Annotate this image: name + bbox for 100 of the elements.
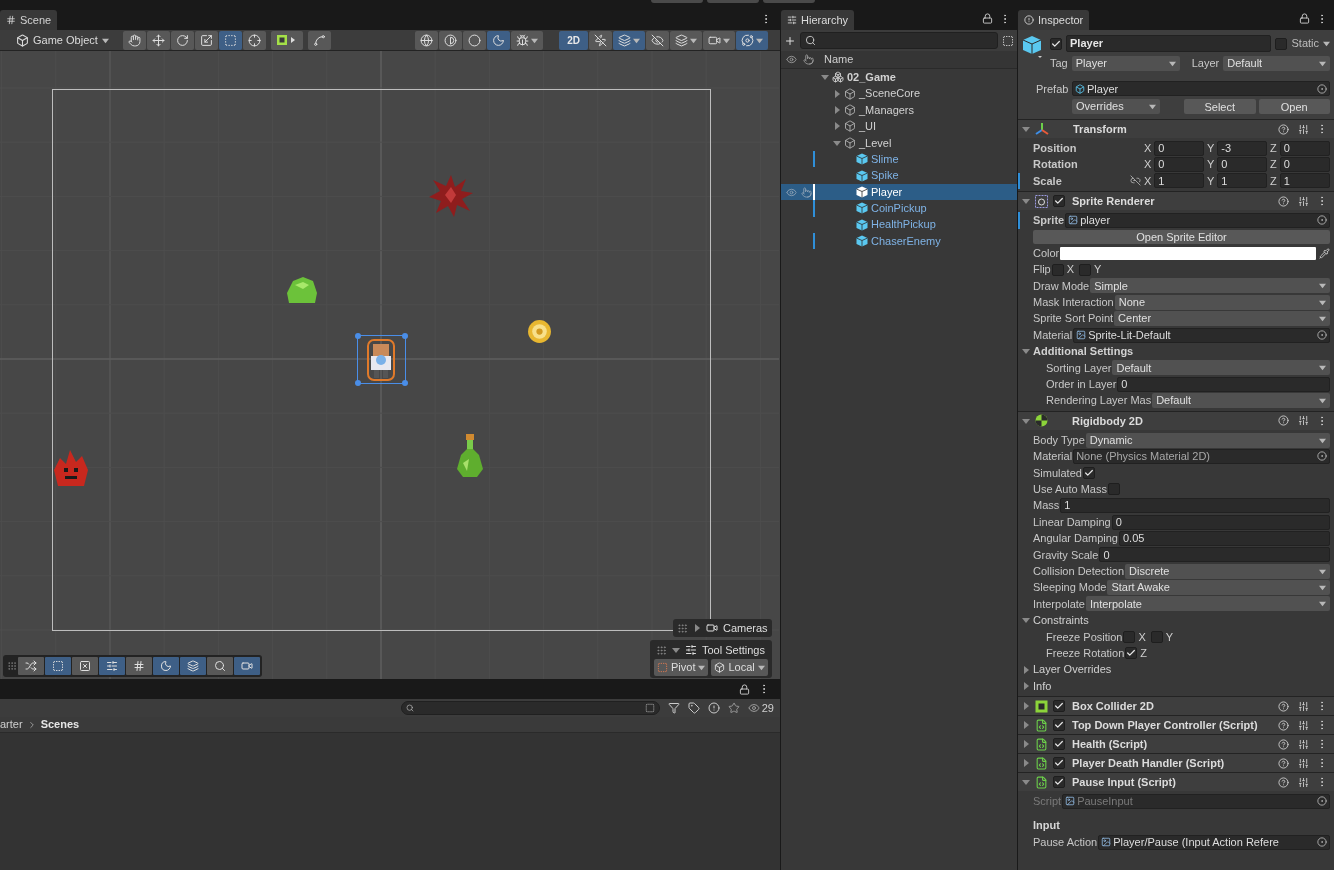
sliders-button[interactable] [99, 657, 125, 675]
hierarchy-tab[interactable]: Hierarchy [781, 10, 855, 30]
expanded-arrow-icon[interactable] [1022, 616, 1030, 625]
component-header[interactable]: Rigidbody 2D [1018, 411, 1334, 430]
move-button[interactable] [146, 30, 170, 50]
crosshair-button[interactable] [242, 30, 266, 50]
help-icon[interactable] [1278, 757, 1289, 769]
dropdown[interactable]: Overrides [1072, 99, 1160, 114]
filter-icon[interactable] [667, 702, 680, 714]
shuffle-button[interactable] [18, 657, 44, 675]
help-icon[interactable] [1278, 776, 1289, 788]
search-button[interactable] [207, 657, 233, 675]
hierarchy-item[interactable]: 02_Game [781, 69, 1017, 86]
bug-button[interactable] [511, 30, 544, 50]
2d-mode-button[interactable]: 2D [559, 30, 588, 50]
help-icon[interactable] [1278, 195, 1289, 207]
spline-button[interactable] [307, 30, 331, 50]
expanded-arrow-icon[interactable] [1022, 416, 1030, 425]
input-field[interactable]: -3 [1217, 140, 1267, 156]
lock-icon[interactable] [1299, 13, 1310, 24]
expanded-arrow-icon[interactable] [1022, 125, 1030, 133]
scene-tab[interactable]: Scene [0, 10, 58, 30]
checkbox[interactable] [1053, 195, 1065, 208]
presets-icon[interactable] [1298, 415, 1309, 427]
presets-icon[interactable] [1298, 738, 1309, 750]
collapsed-arrow-icon[interactable] [693, 624, 701, 632]
add-icon[interactable] [784, 34, 796, 47]
help-icon[interactable] [1278, 123, 1289, 135]
checkbox[interactable] [1053, 757, 1065, 770]
input-field[interactable]: 1 [1279, 173, 1330, 189]
eye-icon[interactable] [747, 702, 760, 714]
hierarchy-item[interactable]: Slime [781, 150, 1017, 168]
moon-button[interactable] [153, 657, 179, 675]
name-field[interactable]: Player [1066, 35, 1272, 52]
checkbox[interactable] [1150, 630, 1163, 643]
input-field[interactable]: 0 [1111, 514, 1330, 530]
object-picker-icon[interactable] [1317, 215, 1327, 226]
breadcrumb-item[interactable]: Scenes [40, 716, 80, 733]
rotate-button[interactable] [170, 30, 194, 50]
checkbox[interactable] [1053, 700, 1065, 713]
select-button[interactable]: Select [1184, 99, 1256, 114]
object-picker-icon[interactable] [1317, 451, 1327, 462]
collapsed-arrow-icon[interactable] [833, 105, 841, 114]
object-field[interactable]: None (Physics Material 2D) [1073, 448, 1330, 464]
input-field[interactable]: 0 [1217, 157, 1267, 173]
checkbox[interactable] [1053, 738, 1065, 751]
orbit-button[interactable] [736, 30, 768, 50]
input-field[interactable]: 1 [1154, 173, 1204, 189]
hierarchy-item[interactable]: ChaserEnemy [781, 232, 1017, 250]
object-field[interactable]: Player [1072, 81, 1330, 97]
scale-button[interactable] [194, 30, 218, 50]
collapsed-arrow-icon[interactable] [1022, 740, 1030, 749]
checkbox[interactable] [1123, 630, 1136, 643]
cameras-overlay[interactable]: Cameras [673, 619, 772, 637]
hierarchy-item[interactable]: HealthPickup [781, 216, 1017, 233]
foldout-label[interactable]: Info [1033, 677, 1052, 695]
dropdown[interactable]: Center [1114, 311, 1330, 327]
dropdown[interactable]: Discrete [1125, 563, 1330, 579]
collapsed-arrow-icon[interactable] [833, 89, 841, 98]
expanded-arrow-icon[interactable] [1022, 197, 1030, 206]
object-picker-icon[interactable] [1317, 83, 1327, 94]
hand-button[interactable] [122, 30, 146, 50]
expanded-arrow-icon[interactable] [672, 646, 680, 654]
collapsed-arrow-icon[interactable] [1022, 721, 1030, 730]
collapsed-arrow-icon[interactable] [1022, 702, 1030, 711]
rect-tool-button[interactable] [218, 30, 242, 50]
input-field[interactable]: 1 [1217, 173, 1267, 189]
custom-tool-button[interactable] [270, 30, 303, 50]
globe-button[interactable] [415, 30, 439, 50]
hierarchy-item[interactable]: _Managers [781, 101, 1017, 119]
presets-icon[interactable] [1298, 700, 1309, 712]
input-field[interactable]: 0 [1154, 157, 1204, 173]
layers-button[interactable] [613, 30, 645, 50]
help-icon[interactable] [1278, 415, 1289, 427]
inspector-tab[interactable]: Inspector [1018, 10, 1090, 30]
hierarchy-item[interactable]: _UI [781, 118, 1017, 135]
input-field[interactable]: 0 [1117, 376, 1330, 392]
checkbox[interactable] [1082, 466, 1095, 479]
tool-mode-dropdown[interactable]: Game Object [12, 30, 113, 50]
dropdown[interactable]: Default [1112, 360, 1330, 376]
checkbox[interactable] [1053, 776, 1065, 789]
unlink-icon[interactable] [1130, 175, 1141, 187]
input-field[interactable]: 0.05 [1119, 530, 1330, 546]
expanded-arrow-icon[interactable] [833, 138, 841, 147]
collapsed-arrow-icon[interactable] [1022, 759, 1030, 768]
lock-icon[interactable] [739, 683, 750, 695]
presets-icon[interactable] [1298, 757, 1309, 769]
component-header[interactable]: Top Down Player Controller (Script) [1018, 716, 1334, 735]
hierarchy-item[interactable]: _SceneCore [781, 85, 1017, 102]
layers-button[interactable] [670, 30, 702, 50]
checkbox[interactable] [1125, 647, 1138, 660]
checkbox[interactable] [1079, 263, 1092, 276]
scene-view[interactable]: Cameras Tool Settings Pivot Local [0, 51, 780, 679]
checkbox[interactable] [1275, 37, 1288, 50]
dropdown[interactable]: None [1114, 294, 1330, 310]
object-field[interactable]: Player/Pause (Input Action Refere [1098, 834, 1330, 850]
star-icon[interactable] [727, 702, 740, 714]
input-field[interactable]: 0 [1279, 140, 1330, 156]
layers-button[interactable] [180, 657, 206, 675]
breadcrumb-item[interactable]: arter [0, 716, 23, 733]
